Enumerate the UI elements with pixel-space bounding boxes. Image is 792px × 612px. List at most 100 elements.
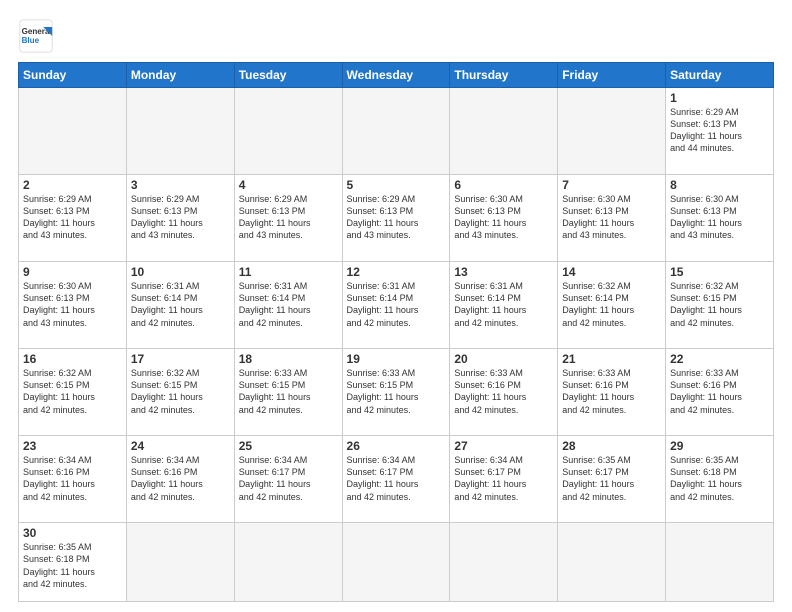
- day-info: Sunrise: 6:34 AM Sunset: 6:17 PM Dayligh…: [239, 454, 338, 503]
- day-info: Sunrise: 6:29 AM Sunset: 6:13 PM Dayligh…: [347, 193, 446, 242]
- day-number: 6: [454, 178, 553, 192]
- day-info: Sunrise: 6:34 AM Sunset: 6:17 PM Dayligh…: [347, 454, 446, 503]
- calendar-cell: 7Sunrise: 6:30 AM Sunset: 6:13 PM Daylig…: [558, 175, 666, 262]
- day-number: 30: [23, 526, 122, 540]
- calendar-cell: [558, 523, 666, 602]
- day-info: Sunrise: 6:32 AM Sunset: 6:15 PM Dayligh…: [131, 367, 230, 416]
- calendar-cell: [342, 523, 450, 602]
- calendar-header-wednesday: Wednesday: [342, 63, 450, 88]
- calendar-cell: 24Sunrise: 6:34 AM Sunset: 6:16 PM Dayli…: [126, 436, 234, 523]
- day-info: Sunrise: 6:33 AM Sunset: 6:16 PM Dayligh…: [562, 367, 661, 416]
- calendar-week-3: 9Sunrise: 6:30 AM Sunset: 6:13 PM Daylig…: [19, 262, 774, 349]
- calendar-week-5: 23Sunrise: 6:34 AM Sunset: 6:16 PM Dayli…: [19, 436, 774, 523]
- calendar-header-saturday: Saturday: [666, 63, 774, 88]
- day-number: 28: [562, 439, 661, 453]
- calendar-cell: [666, 523, 774, 602]
- calendar-header-tuesday: Tuesday: [234, 63, 342, 88]
- calendar-cell: 5Sunrise: 6:29 AM Sunset: 6:13 PM Daylig…: [342, 175, 450, 262]
- day-info: Sunrise: 6:29 AM Sunset: 6:13 PM Dayligh…: [239, 193, 338, 242]
- calendar-cell: 15Sunrise: 6:32 AM Sunset: 6:15 PM Dayli…: [666, 262, 774, 349]
- day-number: 23: [23, 439, 122, 453]
- calendar-week-1: 1Sunrise: 6:29 AM Sunset: 6:13 PM Daylig…: [19, 88, 774, 175]
- day-number: 10: [131, 265, 230, 279]
- day-number: 25: [239, 439, 338, 453]
- calendar-cell: 20Sunrise: 6:33 AM Sunset: 6:16 PM Dayli…: [450, 349, 558, 436]
- day-number: 11: [239, 265, 338, 279]
- calendar-cell: 11Sunrise: 6:31 AM Sunset: 6:14 PM Dayli…: [234, 262, 342, 349]
- svg-text:Blue: Blue: [22, 36, 40, 45]
- day-number: 22: [670, 352, 769, 366]
- calendar-cell: 17Sunrise: 6:32 AM Sunset: 6:15 PM Dayli…: [126, 349, 234, 436]
- day-info: Sunrise: 6:32 AM Sunset: 6:15 PM Dayligh…: [670, 280, 769, 329]
- day-number: 2: [23, 178, 122, 192]
- calendar-cell: [234, 523, 342, 602]
- day-number: 29: [670, 439, 769, 453]
- day-number: 18: [239, 352, 338, 366]
- calendar-cell: 30Sunrise: 6:35 AM Sunset: 6:18 PM Dayli…: [19, 523, 127, 602]
- calendar-cell: 28Sunrise: 6:35 AM Sunset: 6:17 PM Dayli…: [558, 436, 666, 523]
- calendar-cell: [450, 88, 558, 175]
- calendar-cell: [450, 523, 558, 602]
- calendar-cell: 16Sunrise: 6:32 AM Sunset: 6:15 PM Dayli…: [19, 349, 127, 436]
- day-number: 15: [670, 265, 769, 279]
- day-info: Sunrise: 6:33 AM Sunset: 6:16 PM Dayligh…: [670, 367, 769, 416]
- day-number: 7: [562, 178, 661, 192]
- day-number: 27: [454, 439, 553, 453]
- day-number: 17: [131, 352, 230, 366]
- calendar-cell: 1Sunrise: 6:29 AM Sunset: 6:13 PM Daylig…: [666, 88, 774, 175]
- day-info: Sunrise: 6:32 AM Sunset: 6:15 PM Dayligh…: [23, 367, 122, 416]
- day-number: 1: [670, 91, 769, 105]
- day-info: Sunrise: 6:31 AM Sunset: 6:14 PM Dayligh…: [454, 280, 553, 329]
- calendar-week-2: 2Sunrise: 6:29 AM Sunset: 6:13 PM Daylig…: [19, 175, 774, 262]
- day-info: Sunrise: 6:30 AM Sunset: 6:13 PM Dayligh…: [454, 193, 553, 242]
- calendar-cell: 29Sunrise: 6:35 AM Sunset: 6:18 PM Dayli…: [666, 436, 774, 523]
- calendar-cell: 14Sunrise: 6:32 AM Sunset: 6:14 PM Dayli…: [558, 262, 666, 349]
- header: General Blue: [18, 18, 774, 54]
- calendar-cell: 23Sunrise: 6:34 AM Sunset: 6:16 PM Dayli…: [19, 436, 127, 523]
- calendar-cell: 2Sunrise: 6:29 AM Sunset: 6:13 PM Daylig…: [19, 175, 127, 262]
- day-number: 16: [23, 352, 122, 366]
- day-number: 8: [670, 178, 769, 192]
- calendar-header-monday: Monday: [126, 63, 234, 88]
- day-info: Sunrise: 6:29 AM Sunset: 6:13 PM Dayligh…: [131, 193, 230, 242]
- calendar-week-4: 16Sunrise: 6:32 AM Sunset: 6:15 PM Dayli…: [19, 349, 774, 436]
- calendar-cell: 4Sunrise: 6:29 AM Sunset: 6:13 PM Daylig…: [234, 175, 342, 262]
- day-info: Sunrise: 6:34 AM Sunset: 6:17 PM Dayligh…: [454, 454, 553, 503]
- calendar-cell: 12Sunrise: 6:31 AM Sunset: 6:14 PM Dayli…: [342, 262, 450, 349]
- logo-icon: General Blue: [18, 18, 54, 54]
- day-number: 4: [239, 178, 338, 192]
- calendar-header-friday: Friday: [558, 63, 666, 88]
- day-info: Sunrise: 6:31 AM Sunset: 6:14 PM Dayligh…: [131, 280, 230, 329]
- day-info: Sunrise: 6:30 AM Sunset: 6:13 PM Dayligh…: [562, 193, 661, 242]
- calendar-cell: [558, 88, 666, 175]
- day-number: 24: [131, 439, 230, 453]
- calendar-cell: 25Sunrise: 6:34 AM Sunset: 6:17 PM Dayli…: [234, 436, 342, 523]
- day-number: 5: [347, 178, 446, 192]
- calendar-cell: 21Sunrise: 6:33 AM Sunset: 6:16 PM Dayli…: [558, 349, 666, 436]
- calendar-cell: 18Sunrise: 6:33 AM Sunset: 6:15 PM Dayli…: [234, 349, 342, 436]
- calendar-cell: 26Sunrise: 6:34 AM Sunset: 6:17 PM Dayli…: [342, 436, 450, 523]
- day-number: 19: [347, 352, 446, 366]
- day-number: 20: [454, 352, 553, 366]
- day-info: Sunrise: 6:29 AM Sunset: 6:13 PM Dayligh…: [670, 106, 769, 155]
- day-info: Sunrise: 6:35 AM Sunset: 6:18 PM Dayligh…: [670, 454, 769, 503]
- calendar-cell: [19, 88, 127, 175]
- calendar-header-thursday: Thursday: [450, 63, 558, 88]
- day-info: Sunrise: 6:34 AM Sunset: 6:16 PM Dayligh…: [131, 454, 230, 503]
- day-info: Sunrise: 6:34 AM Sunset: 6:16 PM Dayligh…: [23, 454, 122, 503]
- day-info: Sunrise: 6:30 AM Sunset: 6:13 PM Dayligh…: [23, 280, 122, 329]
- calendar-cell: 22Sunrise: 6:33 AM Sunset: 6:16 PM Dayli…: [666, 349, 774, 436]
- day-number: 14: [562, 265, 661, 279]
- day-info: Sunrise: 6:29 AM Sunset: 6:13 PM Dayligh…: [23, 193, 122, 242]
- calendar-header-sunday: Sunday: [19, 63, 127, 88]
- day-info: Sunrise: 6:31 AM Sunset: 6:14 PM Dayligh…: [239, 280, 338, 329]
- day-info: Sunrise: 6:33 AM Sunset: 6:16 PM Dayligh…: [454, 367, 553, 416]
- day-number: 9: [23, 265, 122, 279]
- calendar-cell: [126, 88, 234, 175]
- day-info: Sunrise: 6:35 AM Sunset: 6:18 PM Dayligh…: [23, 541, 122, 590]
- logo: General Blue: [18, 18, 54, 54]
- calendar-cell: [234, 88, 342, 175]
- calendar-cell: 3Sunrise: 6:29 AM Sunset: 6:13 PM Daylig…: [126, 175, 234, 262]
- calendar-cell: 27Sunrise: 6:34 AM Sunset: 6:17 PM Dayli…: [450, 436, 558, 523]
- day-info: Sunrise: 6:31 AM Sunset: 6:14 PM Dayligh…: [347, 280, 446, 329]
